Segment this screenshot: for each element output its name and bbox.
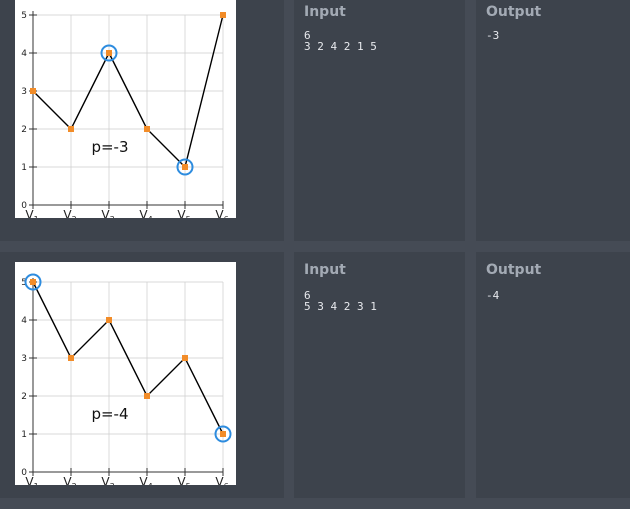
- example-1-chart: 012345V1V2V3V4V5V6p=-3: [15, 0, 236, 218]
- annotation-label: p=-4: [91, 405, 128, 423]
- x-tick-label: V1: [25, 208, 38, 218]
- x-tick-label: V3: [101, 208, 114, 218]
- data-point: [182, 164, 188, 170]
- x-tick-label: V2: [63, 475, 76, 485]
- y-tick-label: 4: [21, 316, 27, 326]
- y-tick-label: 3: [21, 354, 27, 364]
- data-point: [68, 126, 74, 132]
- data-point: [106, 317, 112, 323]
- x-tick-label: V5: [177, 475, 190, 485]
- input-text: 63 2 4 2 1 5: [304, 30, 377, 52]
- x-tick-label: V5: [177, 208, 190, 218]
- data-point: [30, 88, 36, 94]
- annotation-label: p=-3: [91, 138, 128, 156]
- x-tick-label: V4: [139, 475, 152, 485]
- data-point: [144, 126, 150, 132]
- x-tick-label: V6: [215, 208, 228, 218]
- input-line: 5 3 4 2 3 1: [304, 300, 377, 313]
- data-point: [106, 50, 112, 56]
- input-line: 3 2 4 2 1 5: [304, 40, 377, 53]
- output-label: Output: [486, 4, 542, 20]
- output-text: -4: [486, 289, 500, 302]
- x-tick-label: V4: [139, 208, 152, 218]
- y-tick-label: 3: [21, 87, 27, 97]
- example-2-plot-panel: 012345V1V2V3V4V5V6p=-4: [0, 252, 284, 498]
- data-point: [68, 355, 74, 361]
- y-tick-label: 2: [21, 392, 27, 402]
- x-tick-label: V2: [63, 208, 76, 218]
- x-tick-label: V6: [215, 475, 228, 485]
- y-tick-label: 4: [21, 49, 27, 59]
- example-1-plot-panel: 012345V1V2V3V4V5V6p=-3: [0, 0, 284, 241]
- input-label: Input: [304, 4, 346, 20]
- y-tick-label: 5: [21, 11, 27, 21]
- example-2-chart-svg: 012345V1V2V3V4V5V6p=-4: [21, 273, 232, 485]
- data-point: [220, 431, 226, 437]
- example-2-input-panel: Input 65 3 4 2 3 1: [294, 252, 465, 498]
- example-2-chart: 012345V1V2V3V4V5V6p=-4: [15, 262, 236, 485]
- y-tick-label: 2: [21, 125, 27, 135]
- output-text: -3: [486, 29, 500, 42]
- input-label: Input: [304, 262, 346, 278]
- example-1-chart-svg: 012345V1V2V3V4V5V6p=-3: [21, 11, 229, 218]
- example-2-output-panel: Output -4: [476, 252, 630, 498]
- data-point: [144, 393, 150, 399]
- data-point: [220, 12, 226, 18]
- example-1-output-panel: Output -3: [476, 0, 630, 241]
- data-point: [30, 279, 36, 285]
- input-text: 65 3 4 2 3 1: [304, 290, 377, 312]
- x-tick-label: V3: [101, 475, 114, 485]
- y-tick-label: 1: [21, 163, 27, 173]
- example-1-input-panel: Input 63 2 4 2 1 5: [294, 0, 465, 241]
- x-tick-label: V1: [25, 475, 38, 485]
- output-label: Output: [486, 262, 542, 278]
- data-point: [182, 355, 188, 361]
- y-tick-label: 1: [21, 430, 27, 440]
